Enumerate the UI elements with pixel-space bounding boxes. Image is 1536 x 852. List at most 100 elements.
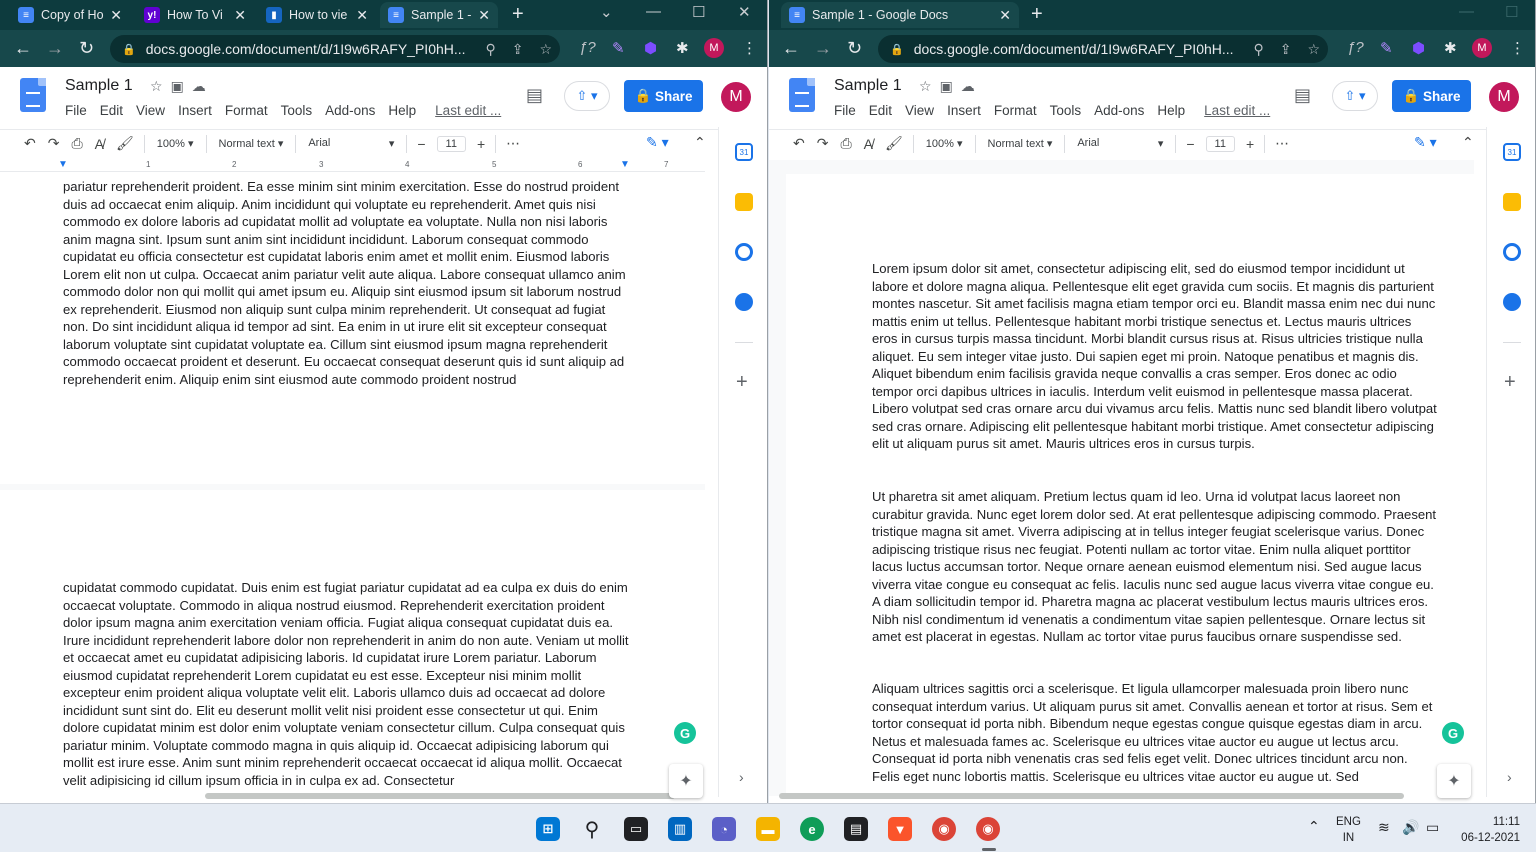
font-size-input[interactable]: 11 xyxy=(1205,135,1235,152)
widgets-icon[interactable]: ▥ xyxy=(668,817,692,841)
zoom-icon[interactable]: ⚲ xyxy=(1253,41,1263,58)
cloud-status-icon[interactable]: ☁ xyxy=(192,78,214,94)
search-icon[interactable]: ⚲ xyxy=(580,817,604,841)
add-on-plus-icon[interactable]: + xyxy=(736,371,748,394)
menu-insert[interactable]: Insert xyxy=(178,103,212,118)
sticky-notes-icon[interactable]: ▤ xyxy=(844,817,868,841)
close-tab-icon[interactable]: ✕ xyxy=(356,7,368,24)
forward-icon[interactable]: → xyxy=(46,38,64,59)
menu-tools[interactable]: Tools xyxy=(281,103,313,118)
extensions-puzzle-icon[interactable]: ✱ xyxy=(676,39,689,57)
chrome-icon[interactable]: ◉ xyxy=(932,817,956,841)
present-button[interactable]: ⇧ ▾ xyxy=(1332,81,1378,111)
brave-browser-icon[interactable]: ▼ xyxy=(888,817,912,841)
paint-format-icon[interactable]: 🖌 xyxy=(885,135,903,152)
paragraph-2[interactable]: Ut pharetra sit amet aliquam. Pretium le… xyxy=(872,488,1437,646)
share-button[interactable]: 🔒 Share xyxy=(624,80,703,112)
menu-format[interactable]: Format xyxy=(225,103,268,118)
document-title[interactable]: Sample 1 xyxy=(834,77,902,95)
last-edit-link[interactable]: Last edit ... xyxy=(435,103,501,118)
menu-view[interactable]: View xyxy=(136,103,165,118)
last-edit-link[interactable]: Last edit ... xyxy=(1204,103,1270,118)
contacts-icon[interactable] xyxy=(735,293,753,311)
collapse-panel-icon[interactable]: › xyxy=(739,769,744,785)
move-folder-icon[interactable]: ▣ xyxy=(940,78,961,94)
redo-icon[interactable]: ↷ xyxy=(817,135,829,152)
bookmark-star-icon[interactable]: ☆ xyxy=(539,41,552,58)
profile-avatar[interactable]: M xyxy=(704,38,724,58)
print-icon[interactable]: ⎙ xyxy=(71,135,82,152)
zoom-select[interactable]: 100% ▾ xyxy=(926,137,963,150)
document-title[interactable]: Sample 1 xyxy=(65,77,133,95)
calendar-icon[interactable]: 31 xyxy=(735,143,753,161)
address-bar[interactable]: 🔒 docs.google.com/document/d/1I9w6RAFY_P… xyxy=(878,35,1328,63)
editing-mode-icon[interactable]: ✎ ▾ xyxy=(1414,134,1437,151)
chrome-active-icon[interactable]: ◉ xyxy=(976,817,1000,841)
tab-how-to-vie[interactable]: ▮ How to vie ✕ xyxy=(258,2,376,28)
spellcheck-icon[interactable]: A̸ xyxy=(864,136,873,152)
close-tab-icon[interactable]: ✕ xyxy=(110,7,122,24)
calendar-icon[interactable]: 31 xyxy=(1503,143,1521,161)
move-folder-icon[interactable]: ▣ xyxy=(171,78,192,94)
paragraph-1[interactable]: Lorem ipsum dolor sit amet, consectetur … xyxy=(872,260,1437,453)
collapse-panel-icon[interactable]: › xyxy=(1507,769,1512,785)
menu-addons[interactable]: Add-ons xyxy=(1094,103,1144,118)
paragraph-3[interactable]: Aliquam ultrices sagittis orci a sceleri… xyxy=(872,680,1437,785)
new-tab-button[interactable]: + xyxy=(512,3,524,26)
share-page-icon[interactable]: ⇪ xyxy=(512,41,524,58)
spellcheck-icon[interactable]: A̸ xyxy=(95,136,104,152)
edge-browser-icon[interactable]: e xyxy=(800,817,824,841)
menu-view[interactable]: View xyxy=(905,103,934,118)
tab-sample-1[interactable]: ≡ Sample 1 - ✕ xyxy=(380,2,498,28)
keep-icon[interactable] xyxy=(735,193,753,211)
ruler[interactable]: ▼ 1 2 3 4 5 6 ▼ 7 xyxy=(0,159,705,172)
minimize-icon[interactable]: — xyxy=(646,3,661,20)
reload-icon[interactable]: ↻ xyxy=(79,38,94,59)
undo-icon[interactable]: ↶ xyxy=(793,135,805,152)
comment-history-icon[interactable]: ▤ xyxy=(526,85,543,106)
forward-icon[interactable]: → xyxy=(814,38,832,59)
share-button[interactable]: 🔒 Share xyxy=(1392,80,1471,112)
font-select[interactable]: Arial ▾ xyxy=(1077,137,1163,150)
task-view-icon[interactable]: ▭ xyxy=(624,817,648,841)
extension-formula-icon[interactable]: ƒ? xyxy=(579,39,596,56)
account-avatar[interactable]: M xyxy=(1489,82,1519,112)
increase-font-icon[interactable]: + xyxy=(1246,136,1254,152)
browser-menu-icon[interactable]: ⋮ xyxy=(1510,39,1525,57)
star-icon[interactable]: ☆ xyxy=(919,78,940,94)
keep-icon[interactable] xyxy=(1503,193,1521,211)
document-canvas[interactable]: pariatur reprehenderit proident. Ea esse… xyxy=(0,172,705,797)
tab-copy-of-how[interactable]: ≡ Copy of Ho ✕ xyxy=(10,2,130,28)
back-icon[interactable]: ← xyxy=(14,38,32,59)
undo-icon[interactable]: ↶ xyxy=(24,135,36,152)
tab-sample-1-google-docs[interactable]: ≡ Sample 1 - Google Docs ✕ xyxy=(781,2,1019,28)
tray-overflow-icon[interactable]: ⌃ xyxy=(1308,818,1320,834)
menu-file[interactable]: File xyxy=(65,103,87,118)
start-windows-icon[interactable]: ⊞ xyxy=(536,817,560,841)
print-icon[interactable]: ⎙ xyxy=(840,135,851,152)
paint-format-icon[interactable]: 🖌 xyxy=(116,135,134,152)
present-button[interactable]: ⇧ ▾ xyxy=(564,81,610,111)
extension-pen-icon[interactable]: ✎ xyxy=(1380,39,1393,57)
menu-format[interactable]: Format xyxy=(994,103,1037,118)
font-size-input[interactable]: 11 xyxy=(436,135,466,152)
document-canvas[interactable]: Lorem ipsum dolor sit amet, consectetur … xyxy=(769,160,1474,796)
maximize-icon[interactable]: ☐ xyxy=(1505,3,1518,21)
extension-formula-icon[interactable]: ƒ? xyxy=(1347,39,1364,56)
minimize-icon[interactable]: — xyxy=(1459,3,1474,20)
menu-addons[interactable]: Add-ons xyxy=(325,103,375,118)
horizontal-scrollbar[interactable] xyxy=(205,793,675,799)
bookmark-star-icon[interactable]: ☆ xyxy=(1307,41,1320,58)
account-avatar[interactable]: M xyxy=(721,82,751,112)
tab-how-to-vi[interactable]: y! How To Vi ✕ xyxy=(136,2,254,28)
decrease-font-icon[interactable]: − xyxy=(417,136,425,152)
increase-font-icon[interactable]: + xyxy=(477,136,485,152)
close-window-icon[interactable]: ✕ xyxy=(738,3,751,21)
profile-avatar[interactable]: M xyxy=(1472,38,1492,58)
grammarly-icon[interactable]: G xyxy=(1442,722,1464,744)
docs-logo-icon[interactable] xyxy=(20,78,46,112)
star-icon[interactable]: ☆ xyxy=(150,78,171,94)
clock[interactable]: 11:11 06-12-2021 xyxy=(1458,814,1520,846)
more-icon[interactable]: ⋯ xyxy=(506,135,520,152)
docs-logo-icon[interactable] xyxy=(789,78,815,112)
